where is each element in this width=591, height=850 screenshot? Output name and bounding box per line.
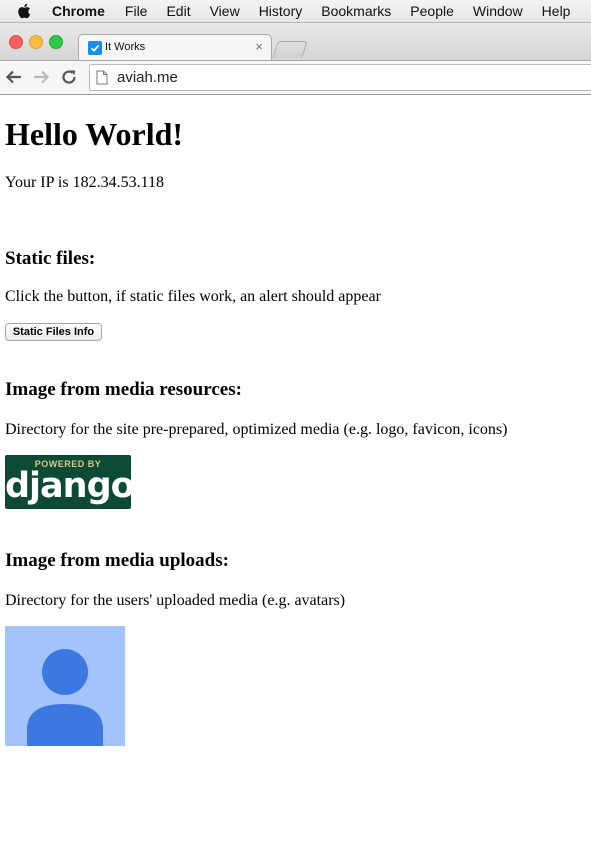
avatar-image: [5, 626, 125, 746]
minimize-window-button[interactable]: [29, 35, 43, 49]
media-uploads-description: Directory for the users' uploaded media …: [5, 592, 346, 609]
media-resources-heading: Image from media resources:: [5, 379, 242, 400]
page-icon: [96, 70, 108, 90]
favicon-check-icon: [88, 41, 102, 55]
forward-arrow-icon[interactable]: [31, 67, 51, 87]
tab-title: It Works: [105, 41, 146, 53]
tab-it-works[interactable]: It Works ×: [78, 34, 272, 61]
django-logo-wordmark: django: [5, 466, 131, 506]
browser-toolbar: aviah.me: [0, 60, 591, 95]
ip-text: Your IP is 182.34.53.118: [5, 174, 164, 191]
page-title: Hello World!: [5, 116, 184, 152]
static-files-description: Click the button, if static files work, …: [5, 288, 381, 305]
close-window-button[interactable]: [9, 35, 23, 49]
user-silhouette-icon: [27, 649, 103, 746]
menu-help[interactable]: Help: [542, 3, 571, 19]
zoom-window-button[interactable]: [49, 35, 63, 49]
menu-edit[interactable]: Edit: [166, 3, 190, 19]
close-tab-icon[interactable]: ×: [255, 39, 263, 54]
menu-people[interactable]: People: [410, 3, 454, 19]
menu-bar: Chrome File Edit View History Bookmarks …: [0, 0, 591, 23]
menu-file[interactable]: File: [125, 3, 148, 19]
static-files-heading: Static files:: [5, 248, 96, 269]
media-uploads-heading: Image from media uploads:: [5, 550, 229, 571]
menu-window[interactable]: Window: [473, 3, 523, 19]
reload-icon[interactable]: [59, 67, 79, 87]
url-text: aviah.me: [117, 69, 178, 86]
address-bar[interactable]: aviah.me: [89, 64, 591, 91]
apple-icon[interactable]: [17, 3, 33, 19]
new-tab-button[interactable]: [272, 41, 308, 58]
menu-bookmarks[interactable]: Bookmarks: [321, 3, 391, 19]
back-arrow-icon[interactable]: [4, 67, 24, 87]
django-logo: POWERED BY django: [5, 455, 131, 509]
menu-history[interactable]: History: [259, 3, 303, 19]
media-resources-description: Directory for the site pre-prepared, opt…: [5, 421, 508, 438]
menu-view[interactable]: View: [210, 3, 240, 19]
tab-strip: It Works ×: [0, 23, 591, 61]
static-files-info-button[interactable]: Static Files Info: [5, 323, 102, 341]
menu-app-name[interactable]: Chrome: [52, 3, 105, 19]
